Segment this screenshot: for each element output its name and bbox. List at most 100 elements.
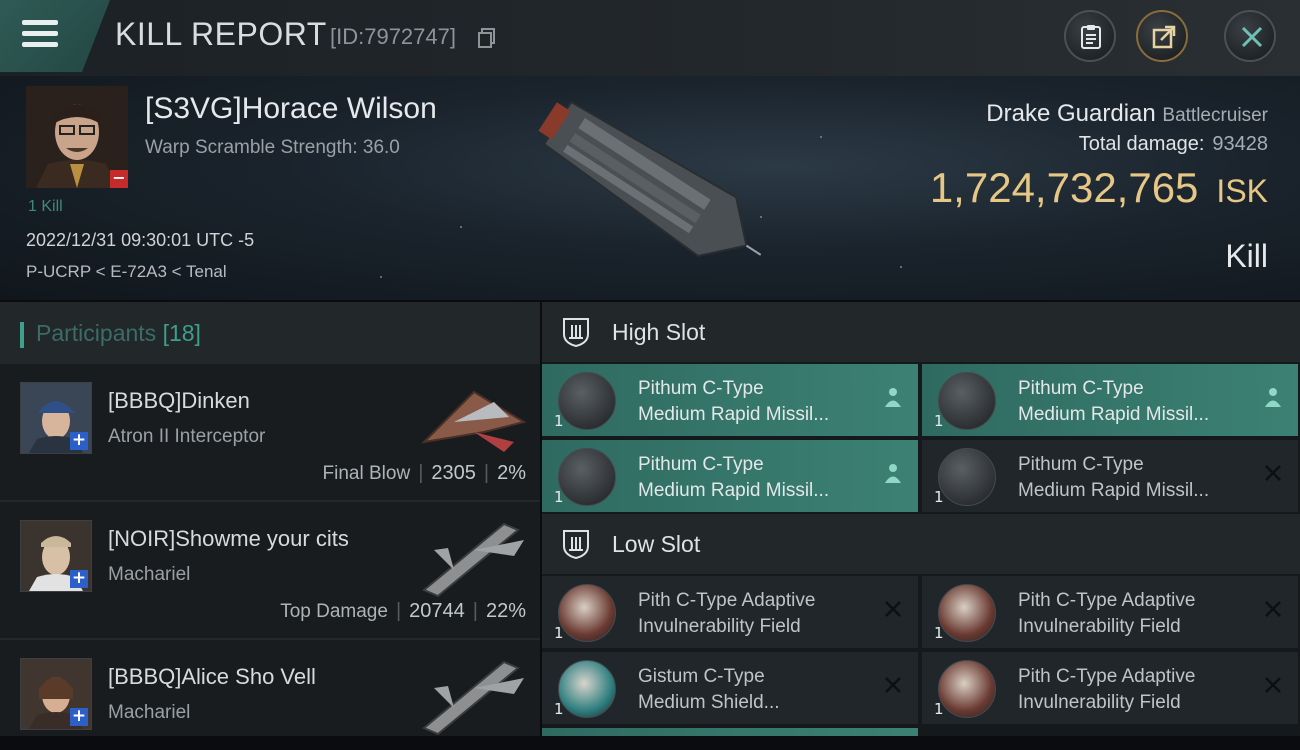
- fitting-panel: High Slot 1 Pithum C-Type Medium Rapid M…: [542, 302, 1300, 750]
- total-damage: Total damage: 93428: [1079, 133, 1268, 156]
- high-slot-label: High Slot: [612, 319, 706, 345]
- participant-tag: Final Blow: [322, 463, 411, 484]
- participant-ship: Atron II Interceptor: [108, 426, 266, 447]
- module-name: Pith C-Type Adaptive Invulnerability Fie…: [1018, 664, 1195, 716]
- stats-separator: |: [483, 462, 490, 484]
- low-slot-module[interactable]: 1 Pith C-Type Adaptive Invulnerability F…: [922, 576, 1298, 648]
- victim-ship-name[interactable]: Drake Guardian Battlecruiser: [986, 100, 1268, 128]
- stats-separator: |: [418, 462, 424, 484]
- low-slot-label: Low Slot: [612, 531, 701, 557]
- high-slot-module[interactable]: 1 Pithum C-Type Medium Rapid Missil...: [922, 364, 1298, 436]
- rapid-missile-launcher-icon: [938, 372, 996, 430]
- participant-ship-image: [422, 522, 524, 598]
- rapid-missile-launcher-icon: [558, 448, 616, 506]
- module-name-line1: Pithum C-Type: [1018, 378, 1144, 399]
- destroyed-x-icon: [1265, 677, 1281, 693]
- module-name: Pith C-Type Adaptive Invulnerability Fie…: [638, 588, 815, 640]
- friendly-status-icon: +: [70, 568, 88, 588]
- participants-header[interactable]: Participants [18]: [0, 302, 540, 364]
- destroyed-x-icon: [1265, 465, 1281, 481]
- module-quantity: 1: [554, 700, 564, 718]
- participant-name[interactable]: [NOIR]Showme your cits: [108, 526, 349, 552]
- participant-percent: 2%: [497, 462, 526, 484]
- low-slot-module[interactable]: 1 Gistum C-Type Medium Shield...: [542, 652, 918, 724]
- isk-value: 1,724,732,765 ISK: [930, 164, 1268, 212]
- victim-name[interactable]: [S3VG]Horace Wilson: [145, 92, 437, 126]
- victim-ship-image: [538, 100, 762, 257]
- stats-separator: |: [395, 600, 402, 622]
- low-slot-module[interactable]: 1 Pith C-Type Adaptive Invulnerability F…: [922, 652, 1298, 724]
- participant-tag: Top Damage: [280, 601, 388, 622]
- close-button[interactable]: [1224, 10, 1276, 62]
- destroyed-x-icon: [1265, 601, 1281, 617]
- kill-result-label: Kill: [1225, 238, 1268, 274]
- friendly-status-icon: +: [70, 430, 88, 450]
- module-name-line1: Gistum C-Type: [638, 666, 765, 687]
- shield-module-icon: [558, 660, 616, 718]
- low-slot-header: Low Slot: [542, 514, 1300, 574]
- rapid-missile-launcher-icon: [558, 372, 616, 430]
- high-slot-module[interactable]: 1 Pithum C-Type Medium Rapid Missil...: [542, 440, 918, 512]
- module-name: Gistum C-Type Medium Shield...: [638, 664, 780, 716]
- module-name-line1: Pithum C-Type: [1018, 454, 1144, 475]
- participant-ship-image: [422, 660, 524, 736]
- high-slot-header: High Slot: [542, 302, 1300, 362]
- participant-row[interactable]: + [NOIR]Showme your cits Machariel Top D…: [0, 502, 540, 640]
- low-slot-module[interactable]: 1 Pith C-Type Adaptive Invulnerability F…: [542, 576, 918, 648]
- clipboard-icon: [1081, 25, 1101, 49]
- module-name: Pithum C-Type Medium Rapid Missil...: [1018, 452, 1209, 504]
- victim-kill-count: 1 Kill: [28, 198, 63, 215]
- hamburger-menu-icon[interactable]: [22, 20, 58, 48]
- participant-ship: Machariel: [108, 702, 191, 723]
- total-damage-value: 93428: [1212, 133, 1268, 155]
- kill-timestamp: 2022/12/31 09:30:01 UTC -5: [26, 230, 255, 250]
- high-slot-module[interactable]: 1 Pithum C-Type Medium Rapid Missil...: [542, 364, 918, 436]
- share-icon: [1152, 25, 1176, 49]
- isk-unit: ISK: [1216, 173, 1268, 209]
- dropped-person-icon: [885, 388, 901, 407]
- menu-button[interactable]: [0, 0, 110, 72]
- high-slot-icon: [563, 318, 589, 348]
- participant-row[interactable]: + [BBBQ]Alice Sho Vell Machariel: [0, 640, 540, 750]
- copy-icon[interactable]: [478, 28, 496, 48]
- high-slot-module[interactable]: 1 Pithum C-Type Medium Rapid Missil...: [922, 440, 1298, 512]
- section-marker: [20, 322, 24, 348]
- isk-amount: 1,724,732,765: [929, 164, 1199, 211]
- participant-stats: Final Blow | 2305 | 2%: [323, 462, 526, 485]
- module-name-line1: Pithum C-Type: [638, 378, 764, 399]
- participant-name[interactable]: [BBBQ]Alice Sho Vell: [108, 664, 316, 690]
- clipboard-button[interactable]: [1064, 10, 1116, 62]
- module-quantity: 1: [934, 700, 944, 718]
- participant-ship-image: [421, 390, 527, 452]
- shield-module-icon: [938, 584, 996, 642]
- module-name-line1: Pith C-Type Adaptive: [1018, 590, 1196, 611]
- module-name: Pithum C-Type Medium Rapid Missil...: [638, 376, 829, 428]
- participants-panel: Participants [18] + [BBBQ]Dinken Atron I…: [0, 302, 540, 750]
- share-button[interactable]: [1136, 10, 1188, 62]
- module-name-line2: Invulnerability Field: [1018, 616, 1181, 637]
- module-name: Pith C-Type Adaptive Invulnerability Fie…: [1018, 588, 1195, 640]
- ship-name-text: Drake Guardian: [986, 100, 1156, 127]
- total-damage-label: Total damage:: [1078, 133, 1205, 155]
- participant-percent: 22%: [485, 600, 526, 622]
- participants-label: Participants: [36, 320, 157, 346]
- participant-name[interactable]: [BBBQ]Dinken: [108, 388, 250, 414]
- module-name-line2: Medium Rapid Missil...: [638, 480, 830, 501]
- ship-class-text: Battlecruiser: [1162, 105, 1268, 126]
- module-name: Pithum C-Type Medium Rapid Missil...: [1018, 376, 1209, 428]
- dropped-person-icon: [1265, 388, 1281, 407]
- report-id: [ID:7972747]: [330, 24, 456, 49]
- destroyed-x-icon: [885, 677, 901, 693]
- friendly-status-icon: +: [70, 706, 88, 726]
- module-name-line1: Pith C-Type Adaptive: [638, 590, 816, 611]
- participant-row[interactable]: + [BBBQ]Dinken Atron II Interceptor Fina…: [0, 364, 540, 502]
- participants-title: Participants [18]: [36, 320, 201, 347]
- participant-damage: 2305: [431, 462, 476, 484]
- top-bar: KILL REPORT [ID:7972747]: [0, 0, 1300, 76]
- stats-separator: |: [472, 600, 478, 622]
- close-icon: [1241, 26, 1263, 48]
- module-name-line1: Pith C-Type Adaptive: [1018, 666, 1196, 687]
- dropped-person-icon: [885, 464, 901, 483]
- module-quantity: 1: [554, 488, 564, 506]
- module-quantity: 1: [934, 624, 944, 642]
